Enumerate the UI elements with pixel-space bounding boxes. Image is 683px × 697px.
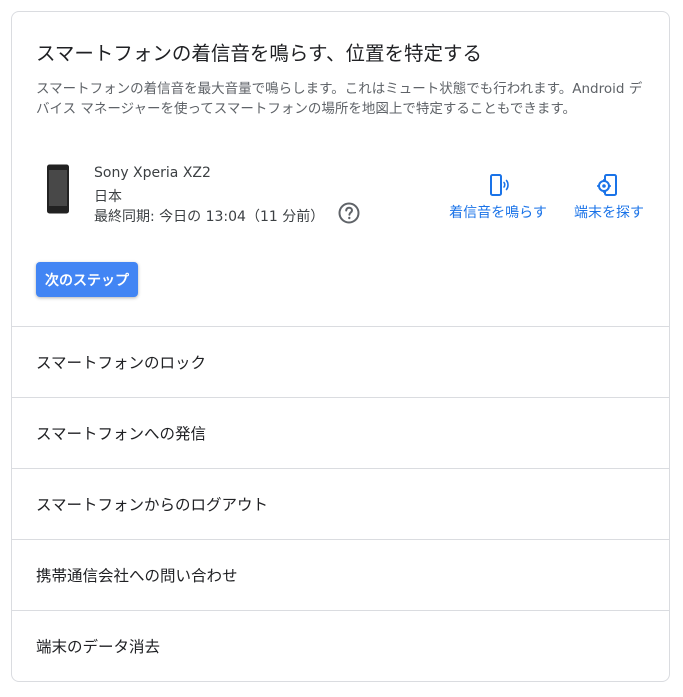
list-item-label: スマートフォンからのログアウト [36,496,269,514]
find-device-button[interactable]: 端末を探す [569,172,649,222]
list-item-lock-phone[interactable]: スマートフォンのロック [12,326,669,397]
find-phone-card: スマートフォンの着信音を鳴らす、位置を特定する スマートフォンの着信音を最大音量… [11,11,670,682]
list-item-contact-carrier[interactable]: 携帯通信会社への問い合わせ [12,539,669,610]
list-item-label: 端末のデータ消去 [36,638,161,656]
card-title: スマートフォンの着信音を鳴らす、位置を特定する [36,42,482,65]
device-country: 日本 [94,189,122,205]
list-item-label: スマートフォンへの発信 [36,425,207,443]
list-item-erase-device[interactable]: 端末のデータ消去 [12,610,669,681]
find-device-label: 端末を探す [574,205,644,221]
ring-phone-icon [490,174,509,196]
list-item-call-phone[interactable]: スマートフォンへの発信 [12,397,669,468]
device-name: Sony Xperia XZ2 [94,165,211,181]
list-item-sign-out[interactable]: スマートフォンからのログアウト [12,468,669,539]
next-step-button[interactable]: 次のステップ [36,262,138,297]
options-list: スマートフォンのロック スマートフォンへの発信 スマートフォンからのログアウト … [12,326,669,681]
list-item-label: スマートフォンのロック [36,354,207,372]
device-last-sync: 最終同期: 今日の 13:04（11 分前） [94,209,325,225]
ring-phone-label: 着信音を鳴らす [449,205,547,221]
list-item-label: 携帯通信会社への問い合わせ [36,567,238,585]
find-device-icon [597,174,617,196]
card-description: スマートフォンの着信音を最大音量で鳴らします。これはミュート状態でも行われます。… [36,81,643,117]
help-icon[interactable] [337,201,361,225]
ring-phone-button[interactable]: 着信音を鳴らす [444,172,552,222]
phone-image [47,164,69,214]
